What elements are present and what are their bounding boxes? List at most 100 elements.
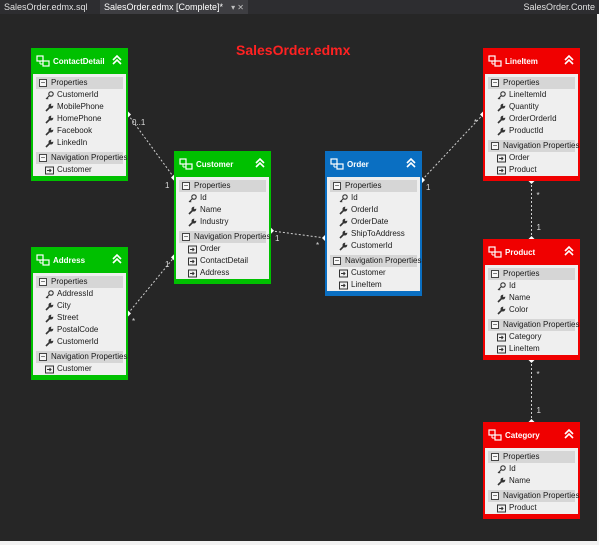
properties-section-header[interactable]: − Properties	[36, 276, 123, 288]
minus-icon[interactable]: −	[39, 79, 47, 87]
minus-icon[interactable]: −	[39, 353, 47, 361]
properties-section-header[interactable]: − Properties	[488, 77, 575, 89]
scalar-property[interactable]: ProductId	[485, 125, 578, 137]
entity-contactdetail[interactable]: ContactDetail − Properties CustomerId Mobile…	[31, 48, 128, 181]
minus-icon[interactable]: −	[491, 492, 499, 500]
collapse-chevron-icon[interactable]	[563, 245, 575, 257]
scalar-property[interactable]: CustomerId	[327, 240, 420, 252]
entity-customer[interactable]: Customer − Properties Id Name Industry − Naviga…	[174, 151, 271, 284]
scalar-property[interactable]: LinkedIn	[33, 137, 126, 149]
wrench-icon	[339, 242, 348, 251]
navigation-section-header[interactable]: − Navigation Properties	[488, 490, 579, 502]
key-property[interactable]: Id	[485, 280, 578, 292]
scalar-property[interactable]: Facebook	[33, 125, 126, 137]
minus-icon[interactable]: −	[182, 182, 190, 190]
property-list: CustomerId MobilePhone HomePhone Facebook Li…	[33, 89, 126, 149]
navigation-section-header[interactable]: − Navigation Properties	[36, 152, 127, 164]
entity-address[interactable]: Address − Properties AddressId City Street Pos…	[31, 247, 128, 380]
minus-icon[interactable]: −	[491, 270, 499, 278]
key-property[interactable]: AddressId	[33, 288, 126, 300]
scalar-property[interactable]: Quantity	[485, 101, 578, 113]
key-property[interactable]: LineItemId	[485, 89, 578, 101]
minus-icon[interactable]: −	[182, 233, 190, 241]
tab-sql[interactable]: SalesOrder.edmx.sql	[0, 0, 92, 14]
minus-icon[interactable]: −	[491, 321, 499, 329]
scalar-property[interactable]: Industry	[176, 216, 269, 228]
scalar-property[interactable]: City	[33, 300, 126, 312]
collapse-chevron-icon[interactable]	[563, 428, 575, 440]
key-property[interactable]: Id	[327, 192, 420, 204]
scalar-property[interactable]: Color	[485, 304, 578, 316]
entity-header[interactable]: Address	[33, 249, 126, 273]
entity-header[interactable]: Order	[327, 153, 420, 177]
collapse-chevron-icon[interactable]	[254, 157, 266, 169]
navigation-section-header[interactable]: − Navigation Properties	[36, 351, 127, 363]
navigation-property[interactable]: Order	[176, 243, 269, 255]
entity-header[interactable]: LineItem	[485, 50, 578, 74]
collapse-chevron-icon[interactable]	[111, 253, 123, 265]
navigation-section-header[interactable]: − Navigation Properties	[330, 255, 421, 267]
entity-name: LineItem	[505, 57, 538, 66]
entity-header[interactable]: Product	[485, 241, 578, 265]
navigation-property[interactable]: Category	[485, 331, 578, 343]
navigation-name: ContactDetail	[200, 256, 249, 265]
properties-section-header[interactable]: − Properties	[36, 77, 123, 89]
navigation-section-header[interactable]: − Navigation Properties	[179, 231, 270, 243]
minus-icon[interactable]: −	[39, 154, 47, 162]
entity-header[interactable]: Category	[485, 424, 578, 448]
scalar-property[interactable]: Street	[33, 312, 126, 324]
scalar-property[interactable]: CustomerId	[33, 336, 126, 348]
properties-section-header[interactable]: − Properties	[179, 180, 266, 192]
collapse-chevron-icon[interactable]	[563, 54, 575, 66]
tab-edmx[interactable]: SalesOrder.edmx [Complete]* ▾ ✕	[100, 0, 249, 14]
diagram-canvas[interactable]: SalesOrder.edmx 0..1 1 * 1 1 * 1 * * 1 * 1 ContactD…	[0, 14, 599, 545]
properties-section-header[interactable]: − Properties	[330, 180, 417, 192]
entity-header[interactable]: Customer	[176, 153, 269, 177]
property-name: LinkedIn	[57, 138, 88, 147]
entity-category[interactable]: Category − Properties Id Name − Navigation Pro…	[483, 422, 580, 519]
navigation-list: Customer	[33, 363, 126, 375]
entity-product[interactable]: Product − Properties Id Name Color − Navigation…	[483, 239, 580, 360]
navigation-property[interactable]: Address	[176, 267, 269, 279]
navigation-property[interactable]: ContactDetail	[176, 255, 269, 267]
navigation-property[interactable]: Product	[485, 164, 578, 176]
navigation-property[interactable]: LineItem	[327, 279, 420, 291]
properties-section-header[interactable]: − Properties	[488, 451, 575, 463]
entity-header[interactable]: ContactDetail	[33, 50, 126, 74]
minus-icon[interactable]: −	[491, 79, 499, 87]
navigation-section-header[interactable]: − Navigation Properties	[488, 140, 579, 152]
scalar-property[interactable]: OrderOrderId	[485, 113, 578, 125]
minus-icon[interactable]: −	[333, 257, 341, 265]
key-property[interactable]: CustomerId	[33, 89, 126, 101]
key-property[interactable]: Id	[485, 463, 578, 475]
minus-icon[interactable]: −	[491, 453, 499, 461]
scalar-property[interactable]: OrderId	[327, 204, 420, 216]
tab-context[interactable]: SalesOrder.Conte	[519, 0, 599, 14]
navigation-property[interactable]: LineItem	[485, 343, 578, 355]
properties-section-header[interactable]: − Properties	[488, 268, 575, 280]
scalar-property[interactable]: MobilePhone	[33, 101, 126, 113]
entity-lineitem[interactable]: LineItem − Properties LineItemId Quantity Ord…	[483, 48, 580, 181]
scalar-property[interactable]: Name	[176, 204, 269, 216]
navigation-property[interactable]: Product	[485, 502, 578, 514]
tab-close-icon[interactable]: ▾ ✕	[231, 3, 244, 12]
key-property[interactable]: Id	[176, 192, 269, 204]
entity-order[interactable]: Order − Properties Id OrderId OrderDate ShipTo…	[325, 151, 422, 296]
minus-icon[interactable]: −	[491, 142, 499, 150]
minus-icon[interactable]: −	[39, 278, 47, 286]
scalar-property[interactable]: PostalCode	[33, 324, 126, 336]
collapse-chevron-icon[interactable]	[111, 54, 123, 66]
scalar-property[interactable]: ShipToAddress	[327, 228, 420, 240]
navigation-property[interactable]: Order	[485, 152, 578, 164]
navigation-property[interactable]: Customer	[327, 267, 420, 279]
navigation-property[interactable]: Customer	[33, 164, 126, 176]
scalar-property[interactable]: HomePhone	[33, 113, 126, 125]
navigation-property[interactable]: Customer	[33, 363, 126, 375]
scalar-property[interactable]: OrderDate	[327, 216, 420, 228]
wrench-icon	[188, 218, 197, 227]
minus-icon[interactable]: −	[333, 182, 341, 190]
navigation-section-header[interactable]: − Navigation Properties	[488, 319, 579, 331]
scalar-property[interactable]: Name	[485, 475, 578, 487]
scalar-property[interactable]: Name	[485, 292, 578, 304]
collapse-chevron-icon[interactable]	[405, 157, 417, 169]
